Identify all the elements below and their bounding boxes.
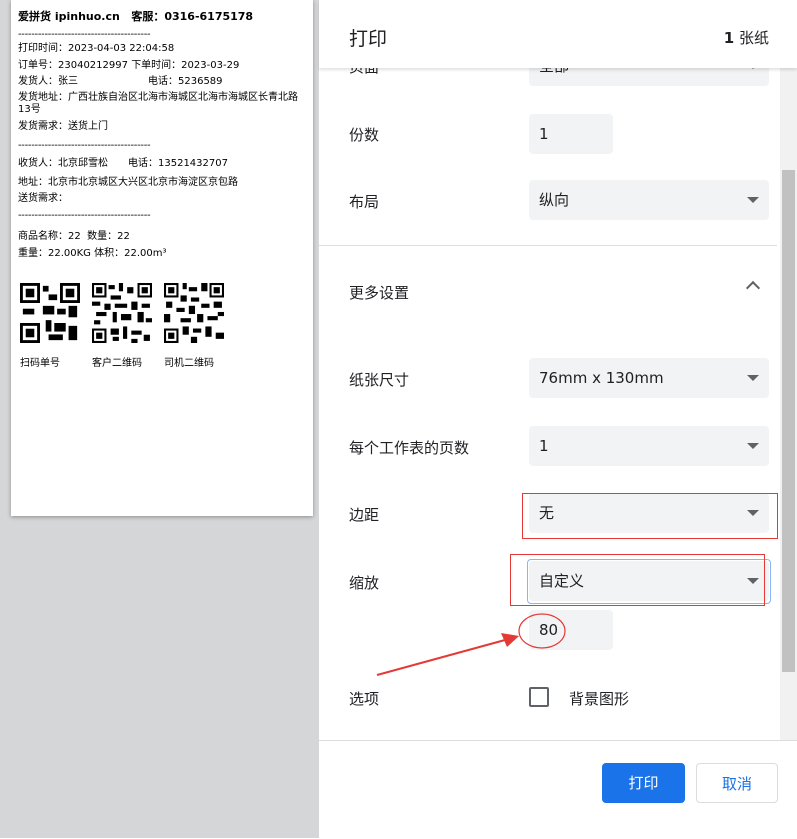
layout-label: 布局 — [349, 193, 380, 211]
delivery-requirement: 送货需求： — [18, 193, 68, 204]
order-time: 下单时间：2023-03-29 — [131, 60, 240, 71]
service-phone: 客服：0316-6175178 — [131, 10, 254, 23]
print-preview-area: 爱拼货 ipinhuo.cn 客服：0316-6175178 ---------… — [0, 0, 319, 838]
pages-label: 页面 — [349, 68, 379, 77]
pages-select[interactable]: 全部 — [529, 68, 769, 86]
goods-weight: 重量：22.00KG — [18, 248, 91, 259]
goods-size: 重量：22.00KG 体积：22.00m³ — [18, 246, 167, 262]
margins-highlight-box — [522, 493, 778, 539]
copies-label: 份数 — [349, 126, 380, 144]
pages-per-sheet-label: 每个工作表的页数 — [349, 439, 470, 457]
paper-size-value: 76mm x 130mm — [539, 369, 664, 387]
scale-custom-input[interactable]: 80 — [529, 610, 613, 650]
qr-label-driver: 司机二维码 — [164, 358, 214, 369]
customer-qr-code-icon — [92, 283, 152, 343]
receipt-preview: 爱拼货 ipinhuo.cn 客服：0316-6175178 ---------… — [11, 0, 313, 516]
dialog-header: 打印 1 张纸 — [319, 0, 797, 68]
divider-line: ---------------------------------------- — [18, 210, 151, 221]
margins-label: 边距 — [349, 506, 380, 524]
qr-label-scan: 扫码单号 — [20, 358, 60, 369]
dialog-footer: 打印 取消 — [319, 740, 797, 839]
dropdown-arrow-icon — [747, 197, 759, 203]
receiver-phone: 电话：13521432707 — [128, 158, 228, 169]
pages-per-sheet-select[interactable]: 1 — [529, 426, 769, 466]
pages-per-sheet-value: 1 — [539, 437, 549, 455]
sender-address-cont: 13号 — [18, 104, 41, 115]
paper-size-label: 纸张尺寸 — [349, 371, 410, 389]
paper-size-select[interactable]: 76mm x 130mm — [529, 358, 769, 398]
goods-volume: 体积：22.00m³ — [94, 248, 167, 259]
scrollbar-thumb[interactable] — [782, 170, 795, 672]
cancel-button[interactable]: 取消 — [696, 763, 778, 803]
brand-text: 爱拼货 ipinhuo.cn — [18, 10, 120, 23]
dropdown-arrow-icon — [747, 443, 759, 449]
receiver-name: 收货人：北京邱雪松 — [18, 158, 108, 169]
print-time: 打印时间：2023-04-03 22:04:58 — [18, 43, 175, 54]
settings-scroll-area[interactable]: 页面 全部 份数 1 布局 纵向 更多设置 纸张尺寸 76mm x 130mm … — [319, 68, 797, 740]
receipt-brand: 爱拼货 ipinhuo.cn 客服：0316-6175178 — [18, 9, 253, 25]
goods-name: 商品名称：22 — [18, 231, 81, 242]
print-button[interactable]: 打印 — [602, 763, 685, 803]
dialog-title: 打印 — [349, 28, 388, 50]
scale-label: 缩放 — [349, 574, 380, 592]
options-label: 选项 — [349, 690, 380, 708]
pages-value: 全部 — [539, 68, 569, 75]
qr-code-icon — [20, 283, 80, 343]
background-graphics-label[interactable]: 背景图形 — [569, 688, 629, 709]
goods-quantity: 数量：22 — [87, 231, 130, 242]
layout-select[interactable]: 纵向 — [529, 180, 769, 220]
sender-name: 发货人：张三 — [18, 76, 78, 87]
sheet-count-unit: 张纸 — [738, 29, 769, 47]
order-no: 订单号：23040212997 — [18, 60, 128, 71]
order-info: 订单号：23040212997 下单时间：2023-03-29 — [18, 58, 239, 74]
ship-requirement: 发货需求：送货上门 — [18, 121, 108, 132]
sender-phone: 电话：5236589 — [148, 76, 223, 87]
dropdown-arrow-icon — [747, 68, 759, 69]
qr-label-customer: 客户二维码 — [92, 358, 142, 369]
sheet-count: 1 张纸 — [724, 27, 769, 48]
more-settings-toggle[interactable]: 更多设置 — [349, 282, 409, 303]
sheet-count-number: 1 — [723, 29, 735, 47]
layout-value: 纵向 — [539, 191, 570, 209]
print-settings-panel: 打印 1 张纸 页面 全部 份数 1 布局 纵向 更多设置 纸张尺寸 76mm … — [319, 0, 797, 839]
scale-highlight-box — [510, 554, 765, 606]
chevron-up-icon[interactable] — [745, 280, 761, 296]
driver-qr-code-icon — [164, 283, 224, 343]
receiver-address: 地址：北京市北京城区大兴区北京市海淀区京包路 — [18, 177, 238, 188]
goods-info: 商品名称：22 数量：22 — [18, 229, 130, 245]
copies-input[interactable]: 1 — [529, 114, 613, 154]
divider-line: ---------------------------------------- — [18, 140, 151, 151]
sender-address: 发货地址：广西壮族自治区北海市海城区北海市海城区长青北路 — [18, 92, 298, 103]
background-graphics-checkbox[interactable] — [529, 687, 549, 707]
section-divider — [319, 245, 777, 246]
dropdown-arrow-icon — [747, 375, 759, 381]
